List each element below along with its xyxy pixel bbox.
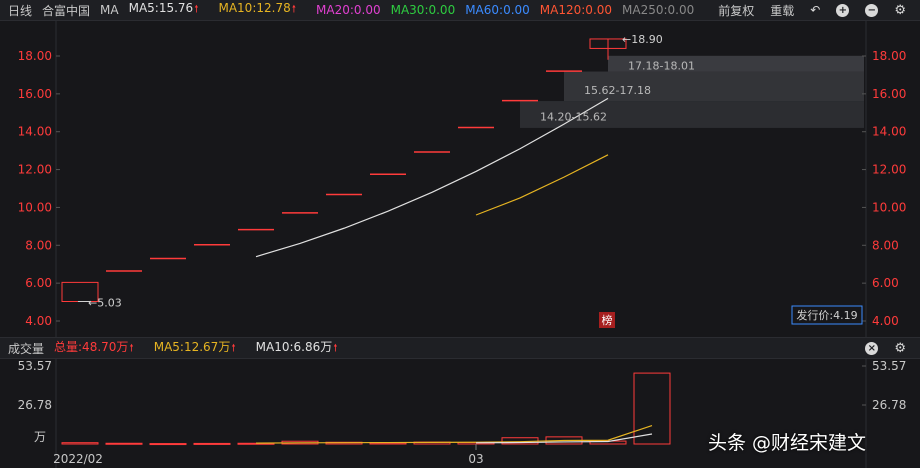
ma20-value: MA20:0.00: [316, 3, 381, 17]
price-tick-right: 14.00: [872, 125, 906, 139]
adjust-button[interactable]: 前复权: [718, 2, 754, 19]
price-tick-right: 6.00: [872, 276, 899, 290]
watermark: 头条 @财经宋建文: [708, 432, 867, 454]
zoom-in-icon[interactable]: +: [836, 3, 850, 17]
volume-ma5-line: [255, 424, 653, 444]
volume-tick-left: 26.78: [18, 398, 52, 412]
price-tick-left: 18.00: [18, 49, 52, 63]
price-tick-right: 4.00: [872, 314, 899, 328]
volume-bar: [633, 372, 671, 445]
chip-range-label: 17.18-18.01: [628, 59, 695, 72]
date-label-feb: 2022/02: [53, 452, 103, 466]
volume-unit-label: 万: [34, 430, 46, 444]
gear-icon[interactable]: ⚙: [894, 3, 906, 18]
issue-price-box: 发行价:4.19: [791, 305, 863, 325]
volume-toolbar: × ⚙: [865, 338, 916, 358]
price-tick-left: 4.00: [25, 314, 52, 328]
volume-indicator-bar: 成交量 总量:48.70万🠕 MA5:12.67万🠕 MA10:6.86万🠕 ×…: [0, 337, 920, 359]
ma10-value: MA10:12.78🠕: [218, 1, 297, 15]
ma10-line: [475, 154, 609, 216]
volume-tick-right: 53.57: [872, 359, 906, 373]
stock-name[interactable]: 合富中国: [42, 2, 90, 19]
price-tick-left: 10.00: [18, 200, 52, 214]
volume-tick-left: 53.57: [18, 359, 52, 373]
period-selector[interactable]: 日线: [8, 2, 32, 19]
issue-price-label: 发行价:4.19: [796, 308, 857, 322]
up-arrow-icon: 🠕: [194, 4, 199, 15]
price-tick-right: 18.00: [872, 49, 906, 63]
reload-button[interactable]: 重载: [770, 2, 794, 19]
price-tick-left: 16.00: [18, 87, 52, 101]
volume-bar: [61, 442, 99, 445]
high-price-label: ←18.90: [622, 33, 663, 46]
low-price-label: ←5.03: [88, 297, 122, 310]
volume-ma5: MA5:12.67万🠕: [153, 340, 236, 354]
volume-ma10: MA10:6.86万🠕: [255, 340, 338, 354]
rank-badge[interactable]: 榜: [599, 312, 615, 328]
chart-toolbar: 前复权 重载 ↶ + − ⚙: [718, 0, 916, 20]
up-arrow-icon: 🠕: [129, 343, 134, 354]
undo-icon[interactable]: ↶: [810, 3, 820, 17]
ma-label[interactable]: MA: [100, 3, 119, 17]
volume-bar: [193, 442, 231, 445]
price-tick-right: 16.00: [872, 87, 906, 101]
volume-title[interactable]: 成交量: [8, 340, 44, 357]
up-arrow-icon: 🠕: [333, 343, 338, 354]
volume-bar: [149, 443, 187, 446]
ma60-value: MA60:0.00: [465, 3, 530, 17]
rank-badge-label: 榜: [602, 313, 613, 327]
up-arrow-icon: 🠕: [291, 4, 297, 15]
price-tick-left: 6.00: [25, 276, 52, 290]
price-tick-left: 8.00: [25, 238, 52, 252]
ma30-value: MA30:0.00: [390, 3, 456, 17]
price-tick-right: 10.00: [872, 200, 906, 214]
price-tick-left: 12.00: [18, 163, 52, 177]
ma120-value: MA120:0.00: [539, 3, 613, 17]
ma250-value: MA250:0.00: [622, 3, 695, 17]
gear-icon[interactable]: ⚙: [894, 341, 906, 356]
volume-total: 总量:48.70万🠕: [54, 340, 134, 354]
zoom-out-icon[interactable]: −: [865, 3, 879, 17]
chip-range-label: 15.62-17.18: [584, 84, 651, 97]
up-arrow-icon: 🠕: [231, 343, 236, 354]
volume-bar: [105, 442, 143, 445]
price-tick-right: 8.00: [872, 238, 899, 252]
indicator-bar: 日线 合富中国 MA MA5:15.76🠕 MA10:12.78🠕 MA20:0…: [0, 0, 920, 21]
price-tick-right: 12.00: [872, 163, 906, 177]
chip-range-label: 14.20-15.62: [540, 111, 607, 124]
volume-tick-right: 26.78: [872, 398, 906, 412]
close-icon[interactable]: ×: [865, 341, 879, 355]
price-chart[interactable]: 18.00 18.00 16.00 16.00 14.00 14.00 12.00 12.00…: [0, 20, 920, 337]
date-label-mar: 03: [468, 452, 483, 466]
price-tick-left: 14.00: [18, 125, 52, 139]
ma5-value: MA5:15.76🠕: [128, 1, 199, 15]
